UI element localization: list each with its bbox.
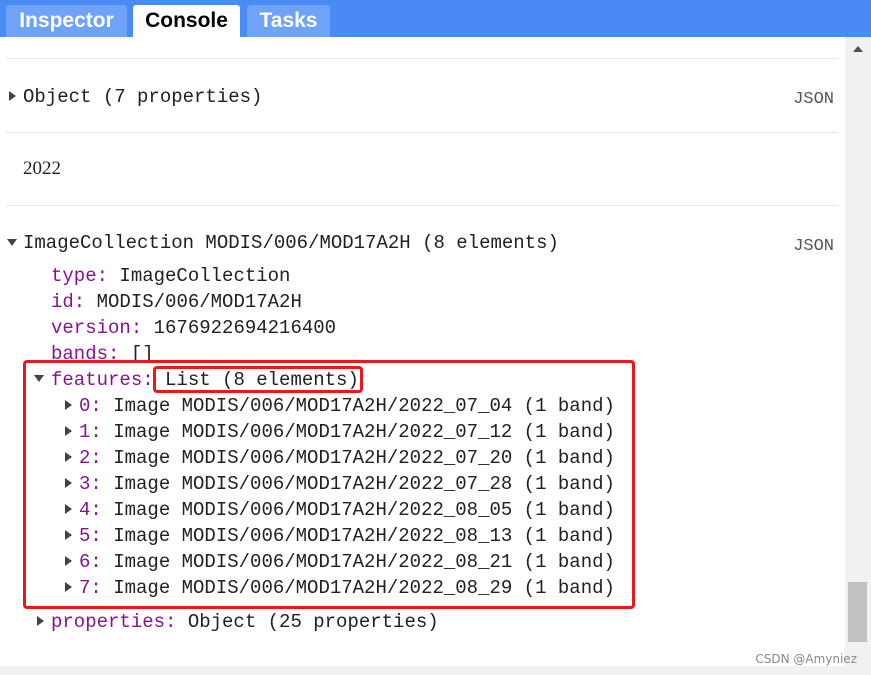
json-link[interactable]: JSON — [793, 237, 834, 256]
tab-tasks[interactable]: Tasks — [247, 5, 330, 37]
tab-console[interactable]: Console — [133, 5, 240, 37]
highlight-box — [23, 360, 635, 609]
properties-value: Object (25 properties) — [187, 611, 439, 633]
property-key: type: — [51, 265, 109, 287]
divider — [6, 58, 838, 59]
property-row: type: ImageCollection — [51, 264, 290, 288]
property-row: id: MODIS/006/MOD17A2H — [51, 290, 302, 314]
scrollbar[interactable] — [845, 37, 871, 666]
property-row: version: 1676922694216400 — [51, 316, 336, 340]
property-key: id: — [51, 291, 86, 313]
console-output: Object (7 properties) JSON 2022 ImageCol… — [0, 37, 845, 666]
tab-bar: Inspector Console Tasks — [0, 0, 871, 37]
tab-inspector[interactable]: Inspector — [6, 5, 127, 37]
highlight-box — [153, 366, 363, 393]
properties-row[interactable]: properties: Object (25 properties) — [51, 610, 439, 634]
json-link[interactable]: JSON — [793, 90, 834, 109]
property-value: ImageCollection — [119, 265, 291, 287]
property-value: MODIS/006/MOD17A2H — [96, 291, 302, 313]
watermark: CSDN @Amyniez — [755, 652, 857, 666]
scroll-thumb[interactable] — [848, 582, 867, 642]
expand-triangle-icon[interactable] — [9, 91, 16, 101]
collapse-triangle-icon[interactable] — [7, 239, 17, 246]
property-row: bands: [] — [51, 342, 154, 362]
divider — [6, 205, 838, 206]
expand-triangle-icon[interactable] — [37, 616, 44, 626]
bottom-scrollbar — [0, 666, 871, 675]
scroll-up-arrow-icon[interactable] — [853, 46, 863, 52]
divider — [6, 132, 838, 133]
print-value: 2022 — [23, 158, 61, 179]
property-key: version: — [51, 317, 143, 339]
property-value: 1676922694216400 — [153, 317, 337, 339]
object-entry-label[interactable]: Object (7 properties) — [23, 85, 262, 109]
properties-key: properties: — [51, 611, 177, 633]
image-collection-header[interactable]: ImageCollection MODIS/006/MOD17A2H (8 el… — [23, 231, 559, 255]
